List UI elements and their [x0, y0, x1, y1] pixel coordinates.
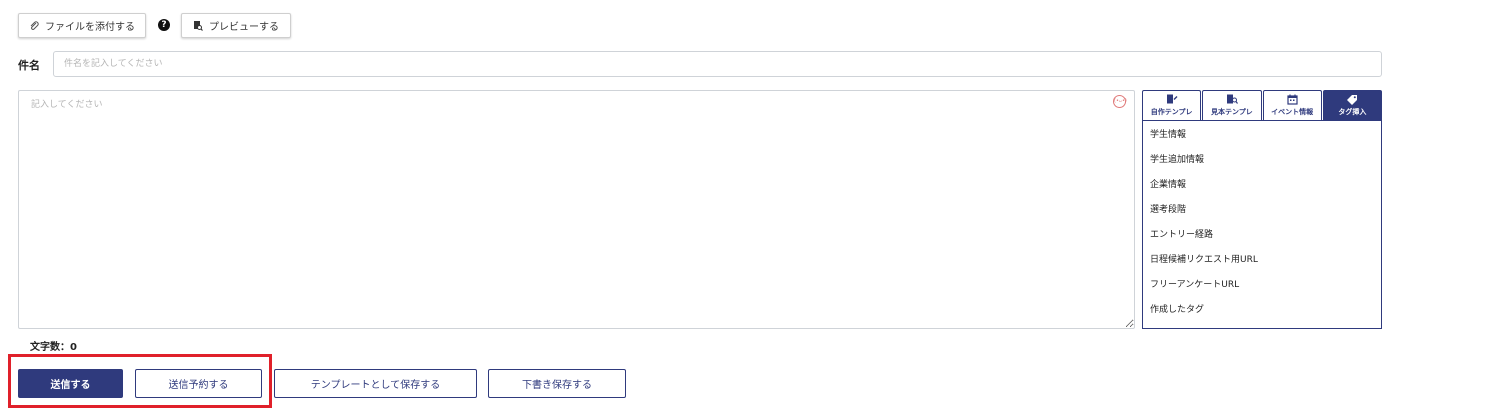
char-count: 文字数：0 [30, 338, 77, 353]
preview-label: プレビューする [209, 22, 279, 33]
tag-item-created-tags[interactable]: 作成したタグ [1143, 298, 1381, 323]
tag-item-company-info[interactable]: 企業情報 [1143, 173, 1381, 198]
document-search-icon [1226, 94, 1238, 104]
tag-item-student-extra-info[interactable]: 学生追加情報 [1143, 148, 1381, 173]
emoji-icon[interactable]: (•ᴗ•) [1113, 95, 1127, 108]
tab-sample-template-label: 見本テンプレ [1210, 108, 1253, 116]
document-edit-icon [1166, 94, 1178, 104]
tag-item-schedule-request-url[interactable]: 日程候補リクエスト用URL [1143, 248, 1381, 273]
tab-own-template[interactable]: 自作テンプレ [1142, 90, 1202, 120]
tab-event-info-label: イベント情報 [1271, 108, 1314, 116]
tag-item-selection-stage[interactable]: 選考段階 [1143, 198, 1381, 223]
attach-file-label: ファイルを添付する [45, 22, 135, 33]
tab-event-info[interactable]: イベント情報 [1262, 90, 1322, 120]
help-icon[interactable]: ? [158, 19, 170, 31]
tag-list: 学生情報 学生追加情報 企業情報 選考段階 エントリー経路 日程候補リクエスト用… [1142, 120, 1382, 329]
side-panel-tabs: 自作テンプレ 見本テンプレ イベント情報 タグ挿入 [1142, 90, 1382, 120]
tag-item-student-info[interactable]: 学生情報 [1143, 123, 1381, 148]
tab-insert-tag-label: タグ挿入 [1338, 108, 1367, 116]
tab-sample-template[interactable]: 見本テンプレ [1202, 90, 1262, 120]
tab-own-template-label: 自作テンプレ [1150, 108, 1193, 116]
paperclip-icon [30, 20, 39, 30]
schedule-send-button[interactable]: 送信予約する [135, 369, 262, 398]
attach-file-button[interactable]: ファイルを添付する [18, 13, 146, 38]
subject-input[interactable] [53, 51, 1382, 77]
calendar-icon [1287, 94, 1298, 105]
preview-document-icon [194, 21, 203, 31]
save-as-template-button[interactable]: テンプレートとして保存する [274, 369, 477, 398]
tag-item-free-survey-url[interactable]: フリーアンケートURL [1143, 273, 1381, 298]
save-draft-button[interactable]: 下書き保存する [488, 369, 626, 398]
body-textarea[interactable] [18, 90, 1135, 329]
char-count-label: 文字数： [30, 342, 70, 353]
char-count-value: 0 [70, 342, 77, 353]
tag-side-panel: 自作テンプレ 見本テンプレ イベント情報 タグ挿入 学生情報 学生追加情報 企業… [1142, 90, 1382, 329]
tag-item-entry-route[interactable]: エントリー経路 [1143, 223, 1381, 248]
tab-insert-tag[interactable]: タグ挿入 [1322, 90, 1382, 120]
send-button[interactable]: 送信する [18, 369, 123, 398]
tag-icon [1347, 95, 1358, 105]
subject-label: 件名 [18, 59, 40, 72]
preview-button[interactable]: プレビューする [181, 13, 291, 38]
